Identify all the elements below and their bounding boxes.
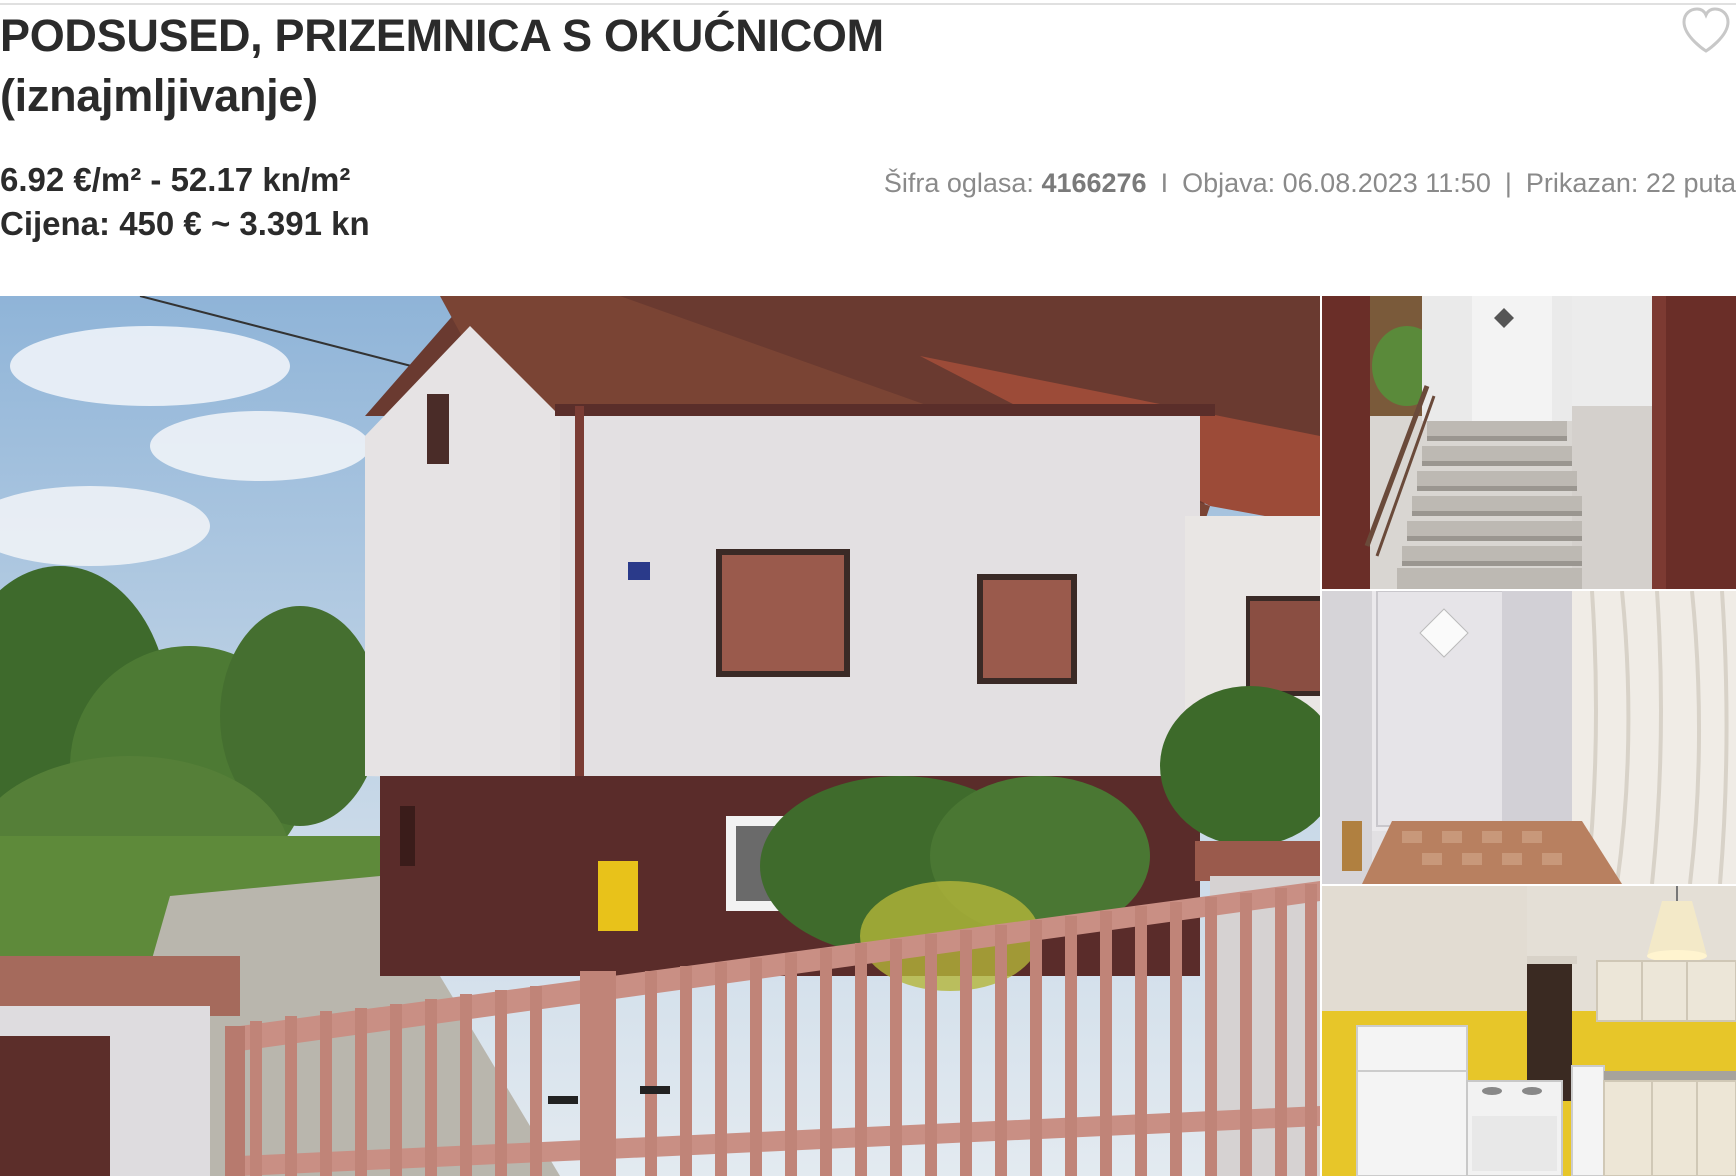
listing-meta: Šifra oglasa: 4166276 I Objava: 06.08.2023… [884,165,1736,201]
price-total: Cijena: 450 € ~ 3.391 kn [0,205,370,242]
code-value: 4166276 [1041,168,1147,198]
code-label: Šifra oglasa: [883,168,1034,198]
thumbnail-staircase[interactable] [1322,296,1736,589]
main-photo-house-exterior[interactable] [0,296,1320,1176]
price-per-m2: 6.92 €/m² - 52.17 kn/m² [0,161,351,198]
meta-separator: | [1504,168,1512,198]
published-date: Objava: 06.08.2023 11:50 [1182,168,1491,198]
meta-separator: I [1160,168,1169,198]
listing-title: PODSUSED, PRIZEMNICA S OKUĆNICOM (iznajm… [0,6,1600,126]
title-line-1: PODSUSED, PRIZEMNICA S OKUĆNICOM [0,10,884,61]
price-block: 6.92 €/m² - 52.17 kn/m² Cijena: 450 € ~ … [0,158,370,246]
thumbnail-kitchen[interactable] [1322,886,1736,1176]
view-count: Prikazan: 22 puta [1525,168,1736,198]
photo-gallery [0,296,1736,1176]
title-line-2: (iznajmljivanje) [0,70,318,121]
favorite-button[interactable] [1680,6,1732,56]
top-divider [0,3,1736,5]
heart-outline-icon [1682,7,1730,53]
thumbnail-hallway-door[interactable] [1322,591,1736,884]
